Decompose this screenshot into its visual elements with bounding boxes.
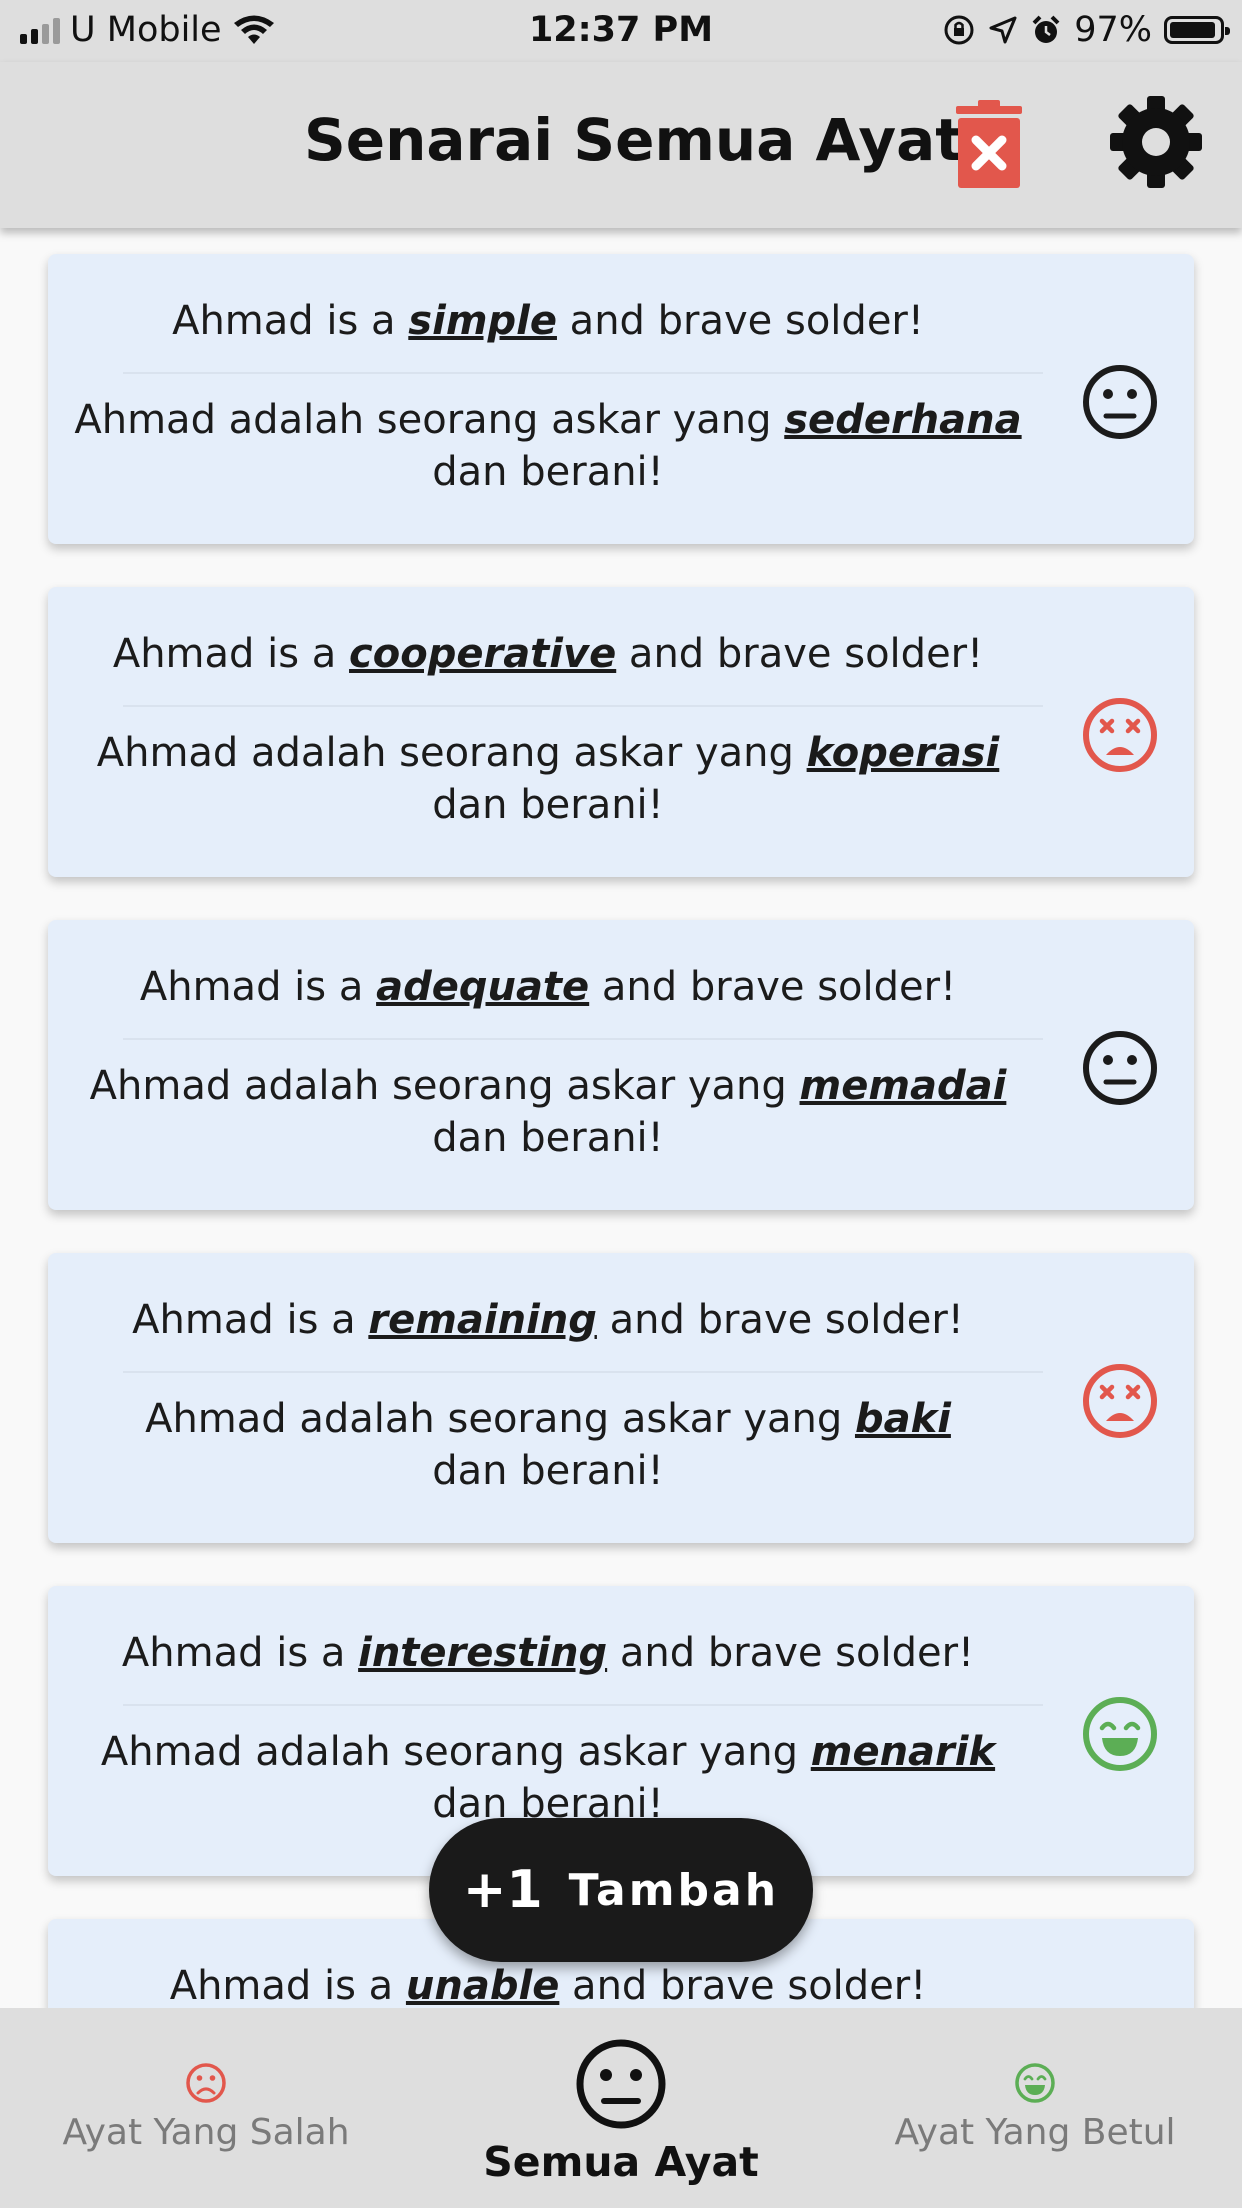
neutral-face-icon xyxy=(576,2039,666,2129)
english-sentence: Ahmad is a interesting and brave solder! xyxy=(121,1630,975,1676)
english-sentence: Ahmad is a remaining and brave solder! xyxy=(132,1297,964,1343)
happy-face-icon xyxy=(1015,2063,1055,2103)
tab-label: Semua Ayat xyxy=(483,2138,759,2186)
divider xyxy=(123,1371,1043,1373)
plus-one-icon: +1 xyxy=(462,1860,543,1920)
malay-keyword: memadai xyxy=(799,1063,1007,1109)
neutral-face-icon xyxy=(1083,365,1157,439)
english-keyword: adequate xyxy=(376,964,590,1010)
divider xyxy=(123,1704,1043,1706)
dizzy-face-icon xyxy=(1083,698,1157,772)
sad-face-icon xyxy=(186,2063,226,2103)
english-keyword: interesting xyxy=(358,1630,608,1676)
malay-sentence: Ahmad adalah seorang askar yang menarik d… xyxy=(100,1729,996,1827)
add-sentence-button[interactable]: +1 Tambah xyxy=(429,1818,813,1962)
page-title: Senarai Semua Ayat xyxy=(304,106,964,174)
malay-keyword: menarik xyxy=(810,1729,996,1775)
sentence-card[interactable]: Ahmad is a simple and brave solder! Ahma… xyxy=(48,254,1194,544)
dizzy-face-icon xyxy=(1083,1364,1157,1438)
battery-icon xyxy=(1164,16,1230,44)
english-sentence: Ahmad is a cooperative and brave solder! xyxy=(112,631,984,677)
tab-correct-sentences[interactable]: Ayat Yang Betul xyxy=(870,2008,1200,2208)
malay-sentence: Ahmad adalah seorang askar yang memadai d… xyxy=(89,1063,1007,1161)
status-right: 97% xyxy=(942,10,1230,50)
sentence-card[interactable]: Ahmad is a cooperative and brave solder!… xyxy=(48,587,1194,877)
malay-sentence: Ahmad adalah seorang askar yang sederhan… xyxy=(74,397,1022,495)
divider xyxy=(123,705,1043,707)
battery-percent: 97% xyxy=(1074,10,1152,50)
tab-label: Ayat Yang Salah xyxy=(62,2112,350,2153)
malay-keyword: koperasi xyxy=(806,730,1000,776)
tab-wrong-sentences[interactable]: Ayat Yang Salah xyxy=(40,2008,372,2208)
app-bar: Senarai Semua Ayat xyxy=(0,62,1242,228)
happy-face-icon xyxy=(1083,1697,1157,1771)
location-icon xyxy=(989,16,1017,44)
rotation-lock-icon xyxy=(944,15,974,45)
english-keyword: cooperative xyxy=(349,631,617,677)
add-button-label: Tambah xyxy=(568,1864,780,1916)
english-keyword: simple xyxy=(408,298,557,344)
english-keyword: remaining xyxy=(368,1297,597,1343)
english-sentence: Ahmad is a simple and brave solder! xyxy=(172,298,924,344)
alarm-icon xyxy=(1032,15,1060,43)
divider xyxy=(123,372,1043,374)
sentence-card[interactable]: Ahmad is a remaining and brave solder! A… xyxy=(48,1253,1194,1543)
bottom-navigation: Ayat Yang Salah Semua Ayat Ayat Yang Bet… xyxy=(0,2008,1242,2208)
divider xyxy=(123,1038,1043,1040)
tab-label: Ayat Yang Betul xyxy=(894,2112,1176,2153)
malay-keyword: baki xyxy=(854,1396,951,1442)
sentence-card[interactable]: Ahmad is a adequate and brave solder! Ah… xyxy=(48,920,1194,1210)
malay-sentence: Ahmad adalah seorang askar yang baki dan … xyxy=(145,1396,951,1494)
neutral-face-icon xyxy=(1083,1031,1157,1105)
sentence-list[interactable]: Ahmad is a simple and brave solder! Ahma… xyxy=(0,228,1242,2008)
english-keyword: unable xyxy=(405,1963,560,2008)
settings-icon[interactable] xyxy=(1106,92,1206,192)
tab-all-sentences[interactable]: Semua Ayat xyxy=(466,2008,776,2208)
status-bar: U Mobile 12:37 PM 97% xyxy=(0,0,1242,62)
english-sentence: Ahmad is a adequate and brave solder! xyxy=(139,964,957,1010)
delete-icon[interactable] xyxy=(952,98,1026,190)
english-sentence: Ahmad is a unable and brave solder! xyxy=(169,1963,927,2008)
malay-sentence: Ahmad adalah seorang askar yang koperasi… xyxy=(96,730,1000,828)
malay-keyword: sederhana xyxy=(784,397,1022,443)
